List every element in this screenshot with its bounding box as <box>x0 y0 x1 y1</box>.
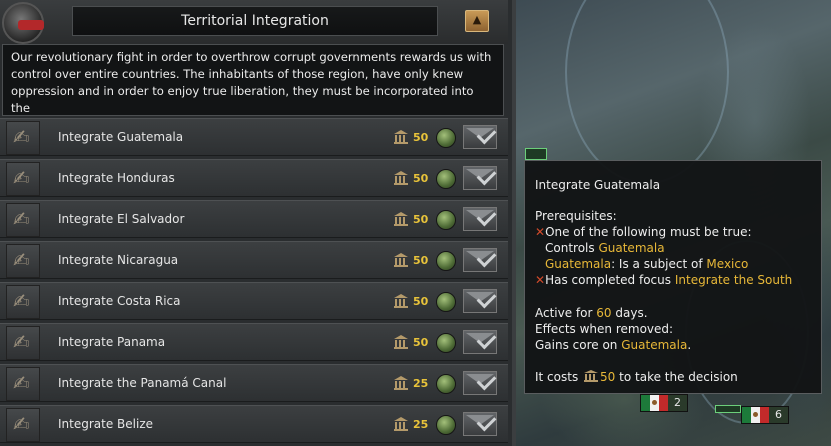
available-indicator-icon <box>436 292 456 312</box>
decision-cost: 50 <box>413 254 429 267</box>
description-box: Our revolutionary fight in order to over… <box>2 44 504 116</box>
political-power-icon <box>394 417 408 431</box>
decision-name: Integrate Costa Rica <box>58 294 181 308</box>
decision-row[interactable]: ✍ Integrate Costa Rica 50 <box>0 282 508 320</box>
decision-cost: 50 <box>413 336 429 349</box>
map-unit-marker[interactable] <box>525 148 547 160</box>
decision-row[interactable]: ✍ Integrate Honduras 50 <box>0 159 508 197</box>
decision-row[interactable]: ✍ Integrate Nicaragua 50 <box>0 241 508 279</box>
effects-label: Effects when removed: <box>535 322 674 336</box>
map-unit-flag[interactable]: 2 <box>640 394 688 412</box>
take-decision-button[interactable] <box>463 329 497 354</box>
decision-cost: 25 <box>413 377 429 390</box>
panel-header: Territorial Integration ▲ <box>0 0 508 44</box>
chevron-up-icon: ▲ <box>472 13 482 26</box>
decision-tooltip: Integrate Guatemala Prerequisites: ✕One … <box>524 160 822 394</box>
decision-icon: ✍ <box>6 367 40 401</box>
decision-row[interactable]: ✍ Integrate Belize 25 <box>0 405 508 443</box>
political-power-icon <box>394 130 408 144</box>
available-indicator-icon <box>436 169 456 189</box>
available-indicator-icon <box>436 333 456 353</box>
available-indicator-icon <box>436 128 456 148</box>
take-decision-button[interactable] <box>463 206 497 231</box>
prereq-one-of: ✕One of the following must be true: <box>535 225 752 239</box>
tooltip-title: Integrate Guatemala <box>535 178 661 192</box>
political-power-icon <box>394 171 408 185</box>
decision-icon: ✍ <box>6 326 40 360</box>
decision-icon: ✍ <box>6 285 40 319</box>
political-power-icon <box>394 253 408 267</box>
decision-cost: 50 <box>413 295 429 308</box>
take-decision-button[interactable] <box>463 370 497 395</box>
unit-count: 6 <box>769 407 788 423</box>
decision-name: Integrate Honduras <box>58 171 175 185</box>
decision-cost: 50 <box>413 213 429 226</box>
panel-title: Territorial Integration <box>181 13 329 29</box>
prereq-controls: Controls Guatemala <box>545 241 665 255</box>
unit-count: 2 <box>668 395 687 411</box>
decision-name: Integrate El Salvador <box>58 212 185 226</box>
title-box: Territorial Integration <box>72 6 438 36</box>
map-unit-marker[interactable] <box>715 405 741 413</box>
available-indicator-icon <box>436 251 456 271</box>
effect-gains-core: Gains core on Guatemala. <box>535 338 692 352</box>
decision-row[interactable]: ✍ Integrate Panama 50 <box>0 323 508 361</box>
decision-row[interactable]: ✍ Integrate El Salvador 50 <box>0 200 508 238</box>
active-duration: Active for 60 days. <box>535 306 648 320</box>
available-indicator-icon <box>436 374 456 394</box>
decision-name: Integrate Nicaragua <box>58 253 179 267</box>
cross-icon: ✕ <box>535 273 546 287</box>
take-decision-button[interactable] <box>463 288 497 313</box>
decision-cost: 50 <box>413 172 429 185</box>
decision-icon: ✍ <box>6 203 40 237</box>
decision-name: Integrate Belize <box>58 417 154 431</box>
category-emblem-icon <box>2 2 44 44</box>
take-decision-button[interactable] <box>463 411 497 436</box>
decision-name: Integrate Guatemala <box>58 130 184 144</box>
map-unit-flag[interactable]: 6 <box>741 406 789 424</box>
prerequisites-label: Prerequisites: <box>535 209 617 223</box>
political-power-icon <box>394 376 408 390</box>
available-indicator-icon <box>436 415 456 435</box>
decision-name: Integrate Panama <box>58 335 166 349</box>
political-power-icon <box>394 335 408 349</box>
decision-icon: ✍ <box>6 244 40 278</box>
decision-name: Integrate the Panamá Canal <box>58 376 227 390</box>
take-decision-button[interactable] <box>463 247 497 272</box>
decision-icon: ✍ <box>6 162 40 196</box>
decision-cost: 50 <box>413 131 429 144</box>
decision-cost-line: It costs 50 to take the decision <box>535 370 738 384</box>
decisions-panel: Territorial Integration ▲ Our revolution… <box>0 0 516 446</box>
cross-icon: ✕ <box>535 225 546 239</box>
available-indicator-icon <box>436 210 456 230</box>
decision-icon: ✍ <box>6 408 40 442</box>
decision-row[interactable]: ✍ Integrate Guatemala 50 <box>0 118 508 156</box>
political-power-icon <box>394 212 408 226</box>
decision-cost: 25 <box>413 418 429 431</box>
prereq-subject: Guatemala: Is a subject of Mexico <box>545 257 749 271</box>
category-description: Our revolutionary fight in order to over… <box>11 50 492 115</box>
decision-row[interactable]: ✍ Integrate the Panamá Canal 25 <box>0 364 508 402</box>
take-decision-button[interactable] <box>463 124 497 149</box>
political-power-icon <box>584 370 599 382</box>
decision-icon: ✍ <box>6 121 40 155</box>
prereq-focus: ✕Has completed focus Integrate the South <box>535 273 793 287</box>
take-decision-button[interactable] <box>463 165 497 190</box>
collapse-button[interactable]: ▲ <box>465 10 489 32</box>
political-power-icon <box>394 294 408 308</box>
